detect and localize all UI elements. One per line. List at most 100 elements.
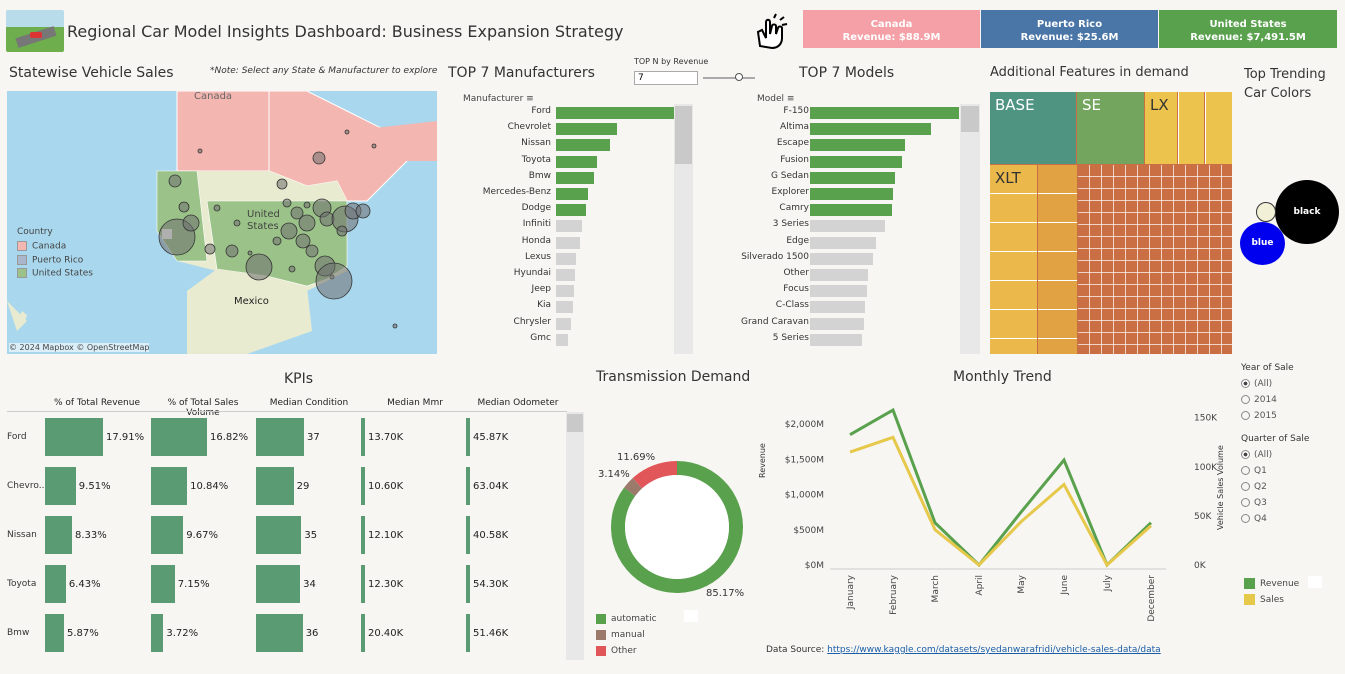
kpi-bar-odo[interactable]: [466, 467, 470, 505]
radio-icon[interactable]: [1241, 395, 1250, 404]
card-puerto-rico[interactable]: Puerto Rico Revenue: $25.6M: [981, 10, 1158, 48]
bubble-black[interactable]: black: [1275, 180, 1339, 244]
model-bar[interactable]: [810, 236, 876, 249]
kpi-bar-mmr[interactable]: [361, 418, 365, 456]
manufacturer-bar[interactable]: [556, 301, 573, 314]
quarter-option-q1[interactable]: Q1: [1241, 463, 1341, 479]
tile-misc[interactable]: [1178, 92, 1204, 164]
quarter-option-q3[interactable]: Q3: [1241, 495, 1341, 511]
sort-icon[interactable]: ≡: [526, 94, 534, 104]
year-option-2014[interactable]: 2014: [1241, 392, 1341, 408]
state-map[interactable]: Canada United States Mexico Country Cana…: [7, 91, 437, 354]
kpi-bar-rev[interactable]: [45, 467, 76, 505]
radio-icon[interactable]: [1241, 466, 1250, 475]
tile-lx[interactable]: LX: [1145, 92, 1177, 164]
radio-icon[interactable]: [1241, 482, 1250, 491]
manufacturer-bar[interactable]: [556, 107, 674, 119]
model-bar[interactable]: [810, 317, 864, 330]
models-scrollbar[interactable]: [960, 104, 980, 354]
kpi-bar-vol[interactable]: [151, 418, 207, 456]
manufacturer-bar[interactable]: [556, 220, 582, 233]
kpi-bar-rev[interactable]: [45, 418, 103, 456]
kpi-bar-odo[interactable]: [466, 565, 470, 603]
kpi-scrollbar[interactable]: [566, 412, 584, 660]
quarter-option-all[interactable]: (All): [1241, 447, 1341, 463]
series-line-sales[interactable]: [849, 435, 1152, 568]
card-canada[interactable]: Canada Revenue: $88.9M: [803, 10, 980, 48]
kpi-bar-vol[interactable]: [151, 516, 184, 554]
year-option-2015[interactable]: 2015: [1241, 408, 1341, 424]
manufacturer-bar[interactable]: [556, 317, 572, 330]
kpi-bar-mmr[interactable]: [361, 467, 365, 505]
quarter-option-q4[interactable]: Q4: [1241, 511, 1341, 527]
model-bar[interactable]: [810, 139, 906, 152]
kpi-bar-odo[interactable]: [466, 516, 470, 554]
kpi-bar-vol[interactable]: [151, 614, 164, 652]
kpi-bar-cond[interactable]: [256, 467, 294, 505]
legend-item[interactable]: Revenue: [1244, 576, 1299, 592]
kpi-bar-mmr[interactable]: [361, 516, 365, 554]
sort-icon[interactable]: ≡: [787, 94, 795, 104]
source-link[interactable]: https://www.kaggle.com/datasets/syedanwa…: [827, 645, 1161, 655]
slider-handle[interactable]: [735, 73, 743, 81]
manufacturer-bar[interactable]: [556, 333, 568, 346]
tile-base[interactable]: BASE: [990, 92, 1076, 164]
bubble-blue[interactable]: blue: [1240, 222, 1285, 265]
features-treemap[interactable]: BASE SE LX XLT: [990, 92, 1232, 354]
trend-chart[interactable]: $2,000M $1,500M $1,000M $500M $0M 150K 100K 50K…: [766, 393, 1236, 635]
model-bar[interactable]: [810, 188, 894, 200]
manufacturer-bar[interactable]: [556, 236, 580, 249]
legend-item[interactable]: Puerto Rico: [17, 254, 93, 265]
kpi-bar-mmr[interactable]: [361, 565, 365, 603]
manufacturer-bar[interactable]: [556, 269, 575, 281]
legend-item[interactable]: Other: [596, 643, 657, 659]
kpi-bar-cond[interactable]: [256, 565, 301, 603]
kpi-bar-rev[interactable]: [45, 565, 66, 603]
model-bar[interactable]: [810, 107, 959, 119]
manufacturers-scrollbar[interactable]: [674, 104, 693, 354]
kpi-bar-vol[interactable]: [151, 565, 175, 603]
card-united-states[interactable]: United States Revenue: $7,491.5M: [1159, 10, 1337, 48]
kpi-bar-rev[interactable]: [45, 516, 72, 554]
topn-slider[interactable]: [703, 73, 755, 81]
model-header[interactable]: Model ≡: [757, 94, 794, 104]
legend-item[interactable]: United States: [17, 268, 93, 279]
radio-icon[interactable]: [1241, 450, 1250, 459]
manufacturer-bar[interactable]: [556, 139, 611, 152]
tap-hand-icon[interactable]: [750, 12, 794, 52]
quarter-option-q2[interactable]: Q2: [1241, 479, 1341, 495]
model-bar[interactable]: [810, 269, 869, 281]
model-bar[interactable]: [810, 220, 885, 233]
model-bar[interactable]: [810, 204, 892, 217]
year-option-all[interactable]: (All): [1241, 376, 1341, 392]
model-bar[interactable]: [810, 285, 867, 298]
manufacturer-bar[interactable]: [556, 252, 577, 265]
kpi-bar-odo[interactable]: [466, 614, 470, 652]
model-bar[interactable]: [810, 301, 866, 314]
tile-misc[interactable]: [1205, 92, 1232, 164]
topn-input[interactable]: [634, 71, 698, 85]
tile-se[interactable]: SE: [1077, 92, 1144, 164]
model-bar[interactable]: [810, 123, 931, 136]
radio-icon[interactable]: [1241, 411, 1250, 420]
kpi-bar-cond[interactable]: [256, 418, 304, 456]
tile-xlt[interactable]: XLT: [990, 165, 1037, 354]
radio-icon[interactable]: [1241, 379, 1250, 388]
manufacturer-bar[interactable]: [556, 188, 588, 200]
model-bar[interactable]: [810, 155, 903, 168]
radio-icon[interactable]: [1241, 498, 1250, 507]
legend-item[interactable]: manual: [596, 627, 657, 643]
kpi-bar-cond[interactable]: [256, 516, 302, 554]
kpi-bar-cond[interactable]: [256, 614, 303, 652]
manufacturer-bar[interactable]: [556, 123, 618, 136]
manufacturer-bar[interactable]: [556, 155, 598, 168]
kpi-bar-mmr[interactable]: [361, 614, 365, 652]
bubble-white[interactable]: [1256, 202, 1276, 222]
kpi-bar-vol[interactable]: [151, 467, 188, 505]
legend-item[interactable]: automatic: [596, 611, 657, 627]
model-bar[interactable]: [810, 333, 863, 346]
model-bar[interactable]: [810, 171, 895, 184]
model-bar[interactable]: [810, 252, 873, 265]
manufacturer-header[interactable]: Manufacturer ≡: [463, 94, 534, 104]
legend-item[interactable]: Canada: [17, 241, 93, 252]
